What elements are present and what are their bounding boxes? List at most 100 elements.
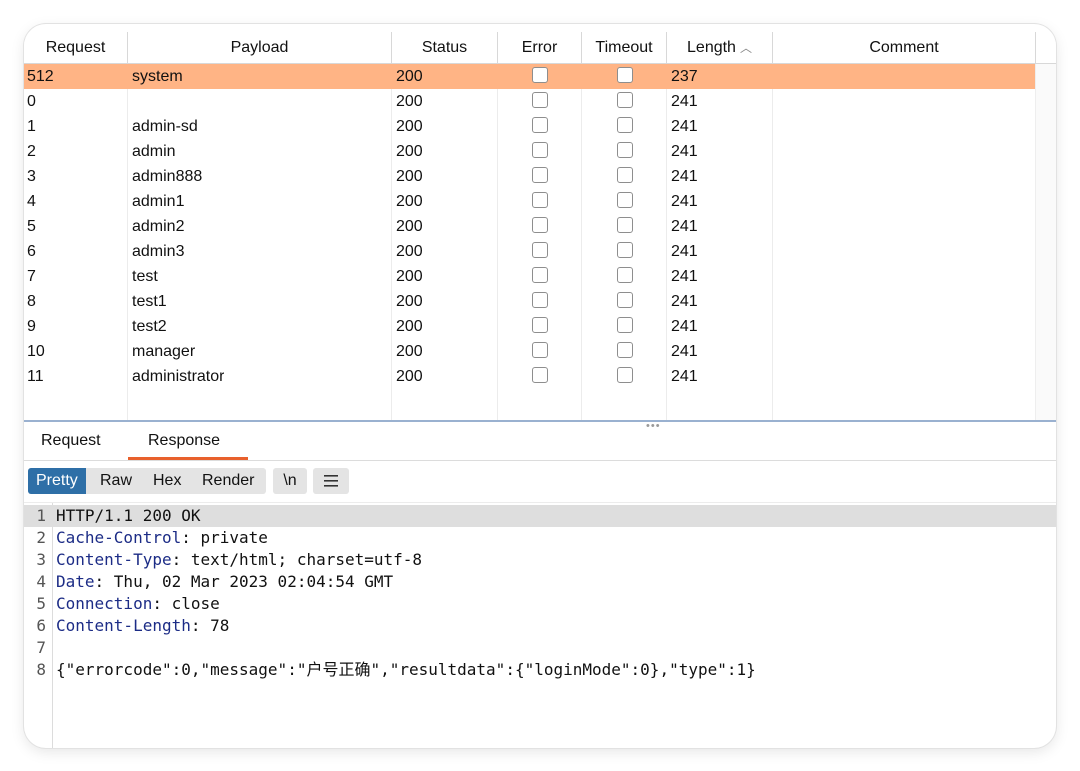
cell-request: 0	[27, 93, 36, 110]
error-checkbox	[532, 267, 548, 283]
hex-button[interactable]: Hex	[145, 468, 189, 494]
timeout-checkbox	[617, 142, 633, 158]
line-content: Cache-Control: private	[56, 527, 268, 549]
error-checkbox	[532, 317, 548, 333]
detail-tabs: Request Response	[24, 422, 1056, 461]
table-row[interactable]: 6 admin3 200 241	[24, 239, 1036, 264]
code-line: 4 Date: Thu, 02 Mar 2023 02:04:54 GMT	[24, 571, 1056, 593]
cell-status: 200	[396, 243, 423, 260]
cell-length: 241	[671, 318, 698, 335]
table-row[interactable]: 11 administrator 200 241	[24, 364, 1036, 389]
line-content: Content-Length: 78	[56, 615, 229, 637]
table-body: 512 system 200 237 0 200 241 1 admin-sd 200 241 2 ad…	[24, 64, 1036, 389]
newline-toggle-button[interactable]: \n	[273, 468, 307, 494]
table-row[interactable]: 1 admin-sd 200 241	[24, 114, 1036, 139]
cell-payload: admin2	[132, 218, 185, 235]
cell-payload: test2	[132, 318, 167, 335]
cell-length: 241	[671, 293, 698, 310]
error-checkbox	[532, 342, 548, 358]
code-line: 2 Cache-Control: private	[24, 527, 1056, 549]
pretty-button[interactable]: Pretty	[28, 468, 86, 494]
cell-request: 512	[27, 68, 54, 85]
error-checkbox	[532, 117, 548, 133]
line-text: HTTP/1.1 200 OK	[56, 506, 201, 525]
table-row-selected[interactable]: 512 system 200 237	[24, 64, 1036, 89]
cell-request: 9	[27, 318, 36, 335]
table-row[interactable]: 9 test2 200 241	[24, 314, 1036, 339]
timeout-checkbox	[617, 367, 633, 383]
code-line: 6 Content-Length: 78	[24, 615, 1056, 637]
error-checkbox	[532, 217, 548, 233]
error-checkbox	[532, 192, 548, 208]
line-number: 5	[36, 594, 46, 613]
table-row[interactable]: 10 manager 200 241	[24, 339, 1036, 364]
column-header-length[interactable]: Length ︿	[667, 32, 773, 63]
cell-length: 241	[671, 193, 698, 210]
chevron-up-icon: ︿	[739, 41, 752, 55]
table-row[interactable]: 0 200 241	[24, 89, 1036, 114]
cell-length: 241	[671, 168, 698, 185]
error-checkbox	[532, 242, 548, 258]
cell-length: 241	[671, 368, 698, 385]
cell-length: 241	[671, 268, 698, 285]
cell-length: 237	[671, 68, 698, 85]
cell-request: 1	[27, 118, 36, 135]
line-text: {"errorcode":0,"message":"户号正确","resultd…	[56, 660, 756, 679]
column-header-request[interactable]: Request	[24, 32, 128, 63]
table-row[interactable]: 7 test 200 241	[24, 264, 1036, 289]
tab-response[interactable]: Response	[148, 432, 220, 450]
tab-request[interactable]: Request	[41, 432, 101, 450]
column-header-status[interactable]: Status	[392, 32, 498, 63]
viewer-toolbar: Pretty Raw Hex Render \n	[24, 461, 1056, 501]
cell-length: 241	[671, 218, 698, 235]
table-header: Request Payload Status Error Timeout Len…	[24, 32, 1056, 64]
cell-status: 200	[396, 343, 423, 360]
timeout-checkbox	[617, 92, 633, 108]
cell-request: 10	[27, 343, 45, 360]
line-content: {"errorcode":0,"message":"户号正确","resultd…	[56, 659, 756, 681]
table-row[interactable]: 3 admin888 200 241	[24, 164, 1036, 189]
code-line: 8 {"errorcode":0,"message":"户号正确","result…	[24, 659, 1056, 681]
cell-status: 200	[396, 218, 423, 235]
menu-button[interactable]	[313, 468, 349, 494]
column-header-timeout[interactable]: Timeout	[582, 32, 667, 63]
render-button[interactable]: Render	[194, 468, 262, 494]
cell-request: 5	[27, 218, 36, 235]
cell-request: 3	[27, 168, 36, 185]
error-checkbox	[532, 167, 548, 183]
response-viewer[interactable]: 1 HTTP/1.1 200 OK 2 Cache-Control: private 3…	[24, 502, 1056, 748]
cell-payload: system	[132, 68, 183, 85]
header-value: : close	[152, 594, 220, 613]
column-header-error[interactable]: Error	[498, 32, 582, 63]
cell-payload: test1	[132, 293, 167, 310]
timeout-checkbox	[617, 67, 633, 83]
table-row[interactable]: 8 test1 200 241	[24, 289, 1036, 314]
table-row[interactable]: 4 admin1 200 241	[24, 189, 1036, 214]
error-checkbox	[532, 292, 548, 308]
timeout-checkbox	[617, 217, 633, 233]
cell-status: 200	[396, 68, 423, 85]
header-value: : 78	[190, 616, 230, 635]
cell-payload: administrator	[132, 368, 225, 385]
column-header-comment[interactable]: Comment	[773, 32, 1036, 63]
column-header-payload[interactable]: Payload	[128, 32, 392, 63]
code-line: 7	[24, 637, 1056, 659]
line-number: 6	[36, 616, 46, 635]
results-table: Request Payload Status Error Timeout Len…	[24, 32, 1056, 421]
cell-length: 241	[671, 118, 698, 135]
cell-request: 11	[27, 368, 44, 385]
error-checkbox	[532, 92, 548, 108]
timeout-checkbox	[617, 117, 633, 133]
raw-button[interactable]: Raw	[92, 468, 140, 494]
table-row[interactable]: 5 admin2 200 241	[24, 214, 1036, 239]
active-tab-indicator	[128, 457, 248, 460]
header-name: Content-Length	[56, 616, 191, 635]
error-checkbox	[532, 142, 548, 158]
header-name: Content-Type	[56, 550, 172, 569]
line-number: 4	[36, 572, 46, 591]
table-row[interactable]: 2 admin 200 241	[24, 139, 1036, 164]
table-scrollbar[interactable]	[1035, 64, 1056, 421]
timeout-checkbox	[617, 267, 633, 283]
cell-length: 241	[671, 93, 698, 110]
header-name: Date	[56, 572, 95, 591]
